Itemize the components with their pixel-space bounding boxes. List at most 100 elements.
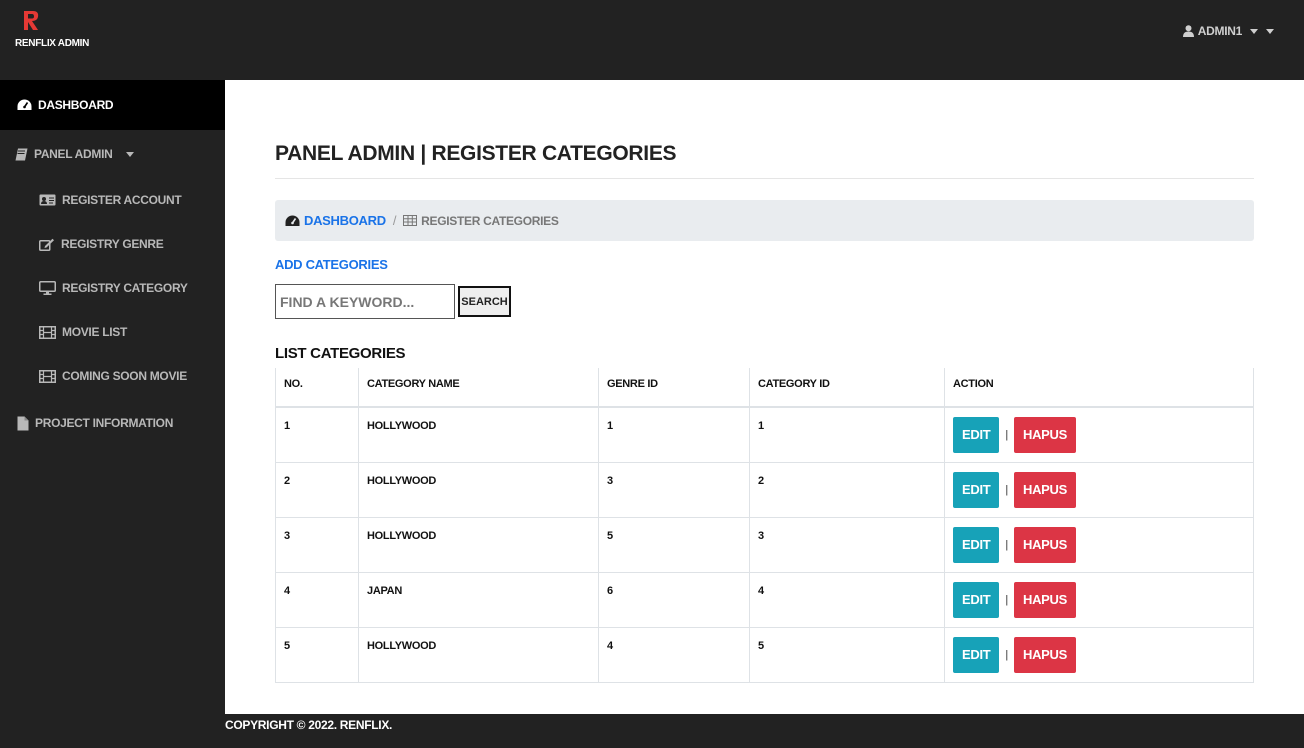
cell-action: EDIT | HAPUS — [944, 462, 1254, 518]
edit-button[interactable]: EDIT — [953, 527, 1000, 563]
cell-action: EDIT | HAPUS — [944, 517, 1254, 573]
id-card-icon — [39, 194, 56, 206]
chevron-down-icon — [1250, 28, 1258, 34]
sidebar-item-label: REGISTER ACCOUNT — [62, 193, 182, 207]
table-row: 3 HOLLYWOOD 5 3 EDIT | HAPUS — [275, 517, 1254, 573]
sidebar: DASHBOARD PANEL ADMIN REGISTER ACCOUNT R… — [0, 80, 225, 714]
search-form: SEARCH — [275, 284, 1254, 319]
sidebar-item-project-information[interactable]: PROJECT INFORMATION — [0, 398, 225, 448]
cell-no: 1 — [275, 406, 359, 463]
chevron-down-icon — [126, 151, 135, 157]
cell-genre-id: 5 — [598, 517, 750, 573]
delete-button[interactable]: HAPUS — [1013, 417, 1076, 453]
action-separator: | — [1005, 484, 1008, 496]
search-input[interactable] — [275, 284, 455, 319]
sidebar-item-label: MOVIE LIST — [62, 325, 128, 339]
page-title: PANEL ADMIN | REGISTER CATEGORIES — [275, 142, 1254, 179]
brand-logo[interactable]: RENFLIX ADMIN — [15, 10, 90, 49]
table-row: 5 HOLLYWOOD 4 5 EDIT | HAPUS — [275, 627, 1254, 683]
book-icon — [15, 148, 28, 161]
column-header-no: NO. — [275, 368, 359, 408]
sidebar-item-movie-list[interactable]: MOVIE LIST — [0, 310, 225, 354]
sidebar-item-panel-admin[interactable]: PANEL ADMIN — [0, 130, 225, 178]
sidebar-item-label: COMING SOON MOVIE — [62, 369, 187, 383]
renflix-logo-icon — [24, 11, 39, 30]
sidebar-item-registry-genre[interactable]: REGISTRY GENRE — [0, 222, 225, 266]
sidebar-item-registry-category[interactable]: REGISTRY CATEGORY — [0, 266, 225, 310]
edit-button[interactable]: EDIT — [953, 417, 1000, 453]
desktop-icon — [39, 281, 56, 295]
sidebar-item-register-account[interactable]: REGISTER ACCOUNT — [0, 178, 225, 222]
cell-no: 3 — [275, 517, 359, 573]
user-menu[interactable]: ADMIN1 — [1182, 24, 1274, 38]
cell-category-id: 3 — [749, 517, 945, 573]
action-separator: | — [1005, 594, 1008, 606]
table-icon — [403, 215, 418, 226]
table-row: 4 JAPAN 6 4 EDIT | HAPUS — [275, 572, 1254, 628]
cell-no: 4 — [275, 572, 359, 628]
column-header-category-name: CATEGORY NAME — [358, 368, 599, 408]
main-content: PANEL ADMIN | REGISTER CATEGORIES DASHBO… — [275, 80, 1254, 683]
cell-no: 2 — [275, 462, 359, 518]
cell-genre-id: 6 — [598, 572, 750, 628]
film-icon — [39, 369, 56, 383]
column-header-genre-id: GENRE ID — [598, 368, 750, 408]
cell-category-id: 2 — [749, 462, 945, 518]
cell-genre-id: 1 — [598, 406, 750, 463]
cell-category-name: HOLLYWOOD — [358, 406, 599, 463]
footer: COPYRIGHT © 2022. RENFLIX. — [0, 714, 1304, 748]
brand-name: RENFLIX ADMIN — [15, 38, 90, 49]
table-row: 2 HOLLYWOOD 3 2 EDIT | HAPUS — [275, 462, 1254, 518]
breadcrumb-dashboard-link[interactable]: DASHBOARD — [285, 213, 386, 228]
delete-button[interactable]: HAPUS — [1013, 582, 1076, 618]
top-navbar: RENFLIX ADMIN ADMIN1 — [0, 0, 1304, 80]
cell-category-id: 1 — [749, 406, 945, 463]
cell-category-name: HOLLYWOOD — [358, 627, 599, 683]
add-categories-link[interactable]: ADD CATEGORIES — [275, 257, 388, 272]
cell-category-id: 5 — [749, 627, 945, 683]
file-icon — [17, 416, 29, 431]
copyright-text: COPYRIGHT © 2022. RENFLIX. — [225, 718, 393, 732]
categories-table: NO. CATEGORY NAME GENRE ID CATEGORY ID A… — [275, 368, 1254, 683]
cell-action: EDIT | HAPUS — [944, 572, 1254, 628]
sidebar-item-label: PANEL ADMIN — [34, 147, 113, 161]
cell-action: EDIT | HAPUS — [944, 406, 1254, 463]
edit-button[interactable]: EDIT — [953, 582, 1000, 618]
sidebar-item-coming-soon-movie[interactable]: COMING SOON MOVIE — [0, 354, 225, 398]
cell-genre-id: 3 — [598, 462, 750, 518]
sidebar-item-dashboard[interactable]: DASHBOARD — [0, 80, 225, 130]
user-name: ADMIN1 — [1197, 24, 1243, 38]
action-separator: | — [1005, 649, 1008, 661]
cell-category-id: 4 — [749, 572, 945, 628]
table-header-row: NO. CATEGORY NAME GENRE ID CATEGORY ID A… — [275, 368, 1254, 408]
user-icon — [1182, 25, 1194, 37]
edit-button[interactable]: EDIT — [953, 637, 1000, 673]
delete-button[interactable]: HAPUS — [1013, 472, 1076, 508]
delete-button[interactable]: HAPUS — [1013, 527, 1076, 563]
sidebar-item-label: PROJECT INFORMATION — [35, 416, 174, 430]
tachometer-icon — [17, 99, 32, 111]
breadcrumb-home-label: DASHBOARD — [304, 213, 386, 228]
sidebar-item-label: DASHBOARD — [38, 98, 114, 112]
search-button[interactable]: SEARCH — [458, 286, 511, 317]
sidebar-item-label: REGISTRY GENRE — [61, 237, 164, 251]
column-header-category-id: CATEGORY ID — [749, 368, 945, 408]
cell-no: 5 — [275, 627, 359, 683]
breadcrumb-current-label: REGISTER CATEGORIES — [421, 213, 559, 228]
film-icon — [39, 325, 56, 339]
cell-genre-id: 4 — [598, 627, 750, 683]
table-row: 1 HOLLYWOOD 1 1 EDIT | HAPUS — [275, 406, 1254, 463]
edit-button[interactable]: EDIT — [953, 472, 1000, 508]
edit-icon — [39, 238, 55, 251]
column-header-action: ACTION — [944, 368, 1254, 408]
cell-category-name: HOLLYWOOD — [358, 517, 599, 573]
list-title: LIST CATEGORIES — [275, 345, 406, 362]
sidebar-item-label: REGISTRY CATEGORY — [62, 281, 188, 295]
delete-button[interactable]: HAPUS — [1013, 637, 1076, 673]
cell-category-name: JAPAN — [358, 572, 599, 628]
cell-category-name: HOLLYWOOD — [358, 462, 599, 518]
breadcrumb: DASHBOARD / REGISTER CATEGORIES — [275, 200, 1254, 241]
tachometer-icon — [285, 215, 300, 226]
breadcrumb-current: REGISTER CATEGORIES — [403, 213, 559, 228]
breadcrumb-separator: / — [392, 213, 397, 228]
